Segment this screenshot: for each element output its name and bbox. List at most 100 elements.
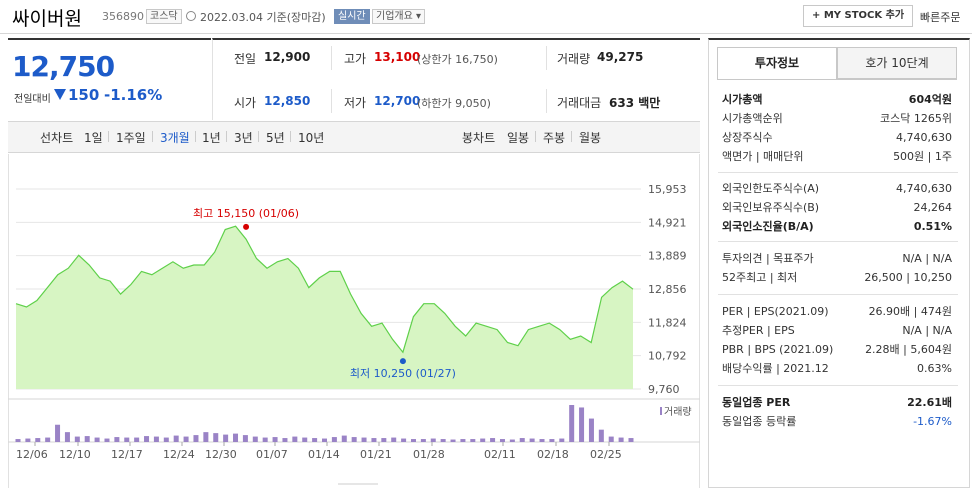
y-tick-label: 10,792 <box>648 350 687 363</box>
volume-bar <box>391 437 397 442</box>
separator <box>195 131 196 142</box>
separator <box>258 131 259 142</box>
section-divider <box>718 294 958 295</box>
volume-bar <box>272 437 278 442</box>
info-row: 외국인한도주식수(A) 4,740,630 <box>722 179 952 198</box>
market-badge: 코스닥 <box>146 9 182 24</box>
volume-bar <box>242 435 248 442</box>
volume-bar <box>144 436 150 442</box>
period-1y[interactable]: 1년 <box>202 129 221 146</box>
volume-legend-label: 거래량 <box>664 406 692 418</box>
candle-monthly[interactable]: 월봉 <box>579 129 601 146</box>
x-tick-label: 02/25 <box>590 448 622 461</box>
period-5y[interactable]: 5년 <box>266 129 285 146</box>
volume-bar <box>292 436 298 442</box>
y-tick-label: 9,760 <box>648 383 680 396</box>
volume-bar <box>45 437 51 442</box>
info-value: 2.28배 | 5,604원 <box>865 343 952 356</box>
quick-order-link[interactable]: 빠른주문 <box>920 9 960 25</box>
info-row: 배당수익률 | 2021.12 0.63% <box>722 359 952 378</box>
info-row: 동일업종 등락률 -1.67% <box>722 412 952 431</box>
tab-divider <box>717 79 957 80</box>
low-annotation: 최저 10,250 (01/27) <box>350 367 456 380</box>
volume-bar <box>529 438 535 442</box>
info-value: 0.63% <box>917 362 952 375</box>
info-label: 동일업종 PER <box>722 396 791 409</box>
info-label: 52주최고 | 최저 <box>722 271 798 284</box>
volume-bar <box>114 437 120 442</box>
x-tick-label: 01/07 <box>256 448 288 461</box>
divider <box>546 89 547 113</box>
info-label: PER | EPS(2021.09) <box>722 305 829 318</box>
volume-bar <box>134 437 140 442</box>
candle-weekly[interactable]: 주봉 <box>543 129 565 146</box>
period-1w[interactable]: 1주일 <box>116 129 146 146</box>
volume-bar <box>440 439 446 442</box>
period-1d[interactable]: 1일 <box>84 129 103 146</box>
period-10y[interactable]: 10년 <box>298 129 324 146</box>
volume-bar <box>163 437 169 442</box>
company-overview-dropdown[interactable]: 기업개요 ▾ <box>372 9 426 24</box>
volume-bar <box>331 437 337 442</box>
info-row: 동일업종 PER 22.61배 <box>722 393 952 412</box>
volume-bar <box>124 437 130 442</box>
volume-bar <box>341 435 347 442</box>
add-mystock-button[interactable]: + MY STOCK 추가 <box>803 5 914 27</box>
volume-bar <box>559 438 565 442</box>
upper-limit: (상한가 16,750) <box>417 53 498 66</box>
volume-bar <box>203 432 209 442</box>
volume-legend-swatch <box>660 407 662 415</box>
info-label: PBR | BPS (2021.09) <box>722 343 834 356</box>
info-label: 외국인소진율(B/A) <box>722 220 814 233</box>
x-tick-label: 12/06 <box>16 448 48 461</box>
volume-bar <box>213 433 219 442</box>
volume-bar <box>173 435 179 442</box>
info-label: 상장주식수 <box>722 131 773 144</box>
volume-label: 거래량 <box>557 52 591 66</box>
volume-bar <box>262 437 268 442</box>
x-tick-label: 02/11 <box>484 448 516 461</box>
current-price: 12,750 <box>12 50 115 83</box>
info-value: -1.67% <box>913 415 952 428</box>
info-value: 4,740,630 <box>896 131 952 144</box>
period-3m[interactable]: 3개월 <box>160 129 190 146</box>
info-value: 26,500 | 10,250 <box>864 271 952 284</box>
tab-orderbook[interactable]: 호가 10단계 <box>837 47 957 79</box>
tab-invest-info[interactable]: 투자정보 <box>717 47 837 79</box>
info-value: 604억원 <box>908 93 952 106</box>
divider <box>331 89 332 113</box>
info-value: 26.90배 | 474원 <box>868 305 952 318</box>
volume-bar <box>233 433 239 442</box>
price-chart[interactable]: 15,953 14,921 13,889 12,856 11,824 10,792 9,76… <box>8 154 700 488</box>
candle-daily[interactable]: 일봉 <box>507 129 529 146</box>
y-tick-label: 12,856 <box>648 283 687 296</box>
volume-bar <box>460 439 466 442</box>
volume-bar <box>490 438 496 442</box>
volume-bar <box>153 436 159 442</box>
volume-bar <box>312 438 318 442</box>
volume-bar <box>598 429 604 442</box>
volume-bar <box>35 438 41 442</box>
candle-chart-label: 봉차트 <box>462 131 496 145</box>
y-tick-label: 11,824 <box>648 316 687 329</box>
info-row: 52주최고 | 최저 26,500 | 10,250 <box>722 268 952 287</box>
volume-bar <box>193 435 199 442</box>
high-label: 고가 <box>344 52 367 66</box>
separator <box>108 131 109 142</box>
info-row: 상장주식수 4,740,630 <box>722 128 952 147</box>
x-tick-label: 01/21 <box>360 448 392 461</box>
period-3y[interactable]: 3년 <box>234 129 253 146</box>
separator <box>535 131 536 142</box>
x-tick-label: 12/17 <box>111 448 143 461</box>
prev-label: 전일 <box>234 52 257 66</box>
volume-bar <box>94 437 100 442</box>
volume-bar <box>420 439 426 442</box>
divider <box>546 46 547 70</box>
volume-bar <box>401 438 407 442</box>
volume-bar <box>579 407 585 442</box>
volume-bar <box>539 439 545 442</box>
volume-bar <box>569 405 575 442</box>
low-point <box>399 358 406 365</box>
low-label: 저가 <box>344 96 367 110</box>
realtime-button[interactable]: 실시간 <box>334 9 370 24</box>
